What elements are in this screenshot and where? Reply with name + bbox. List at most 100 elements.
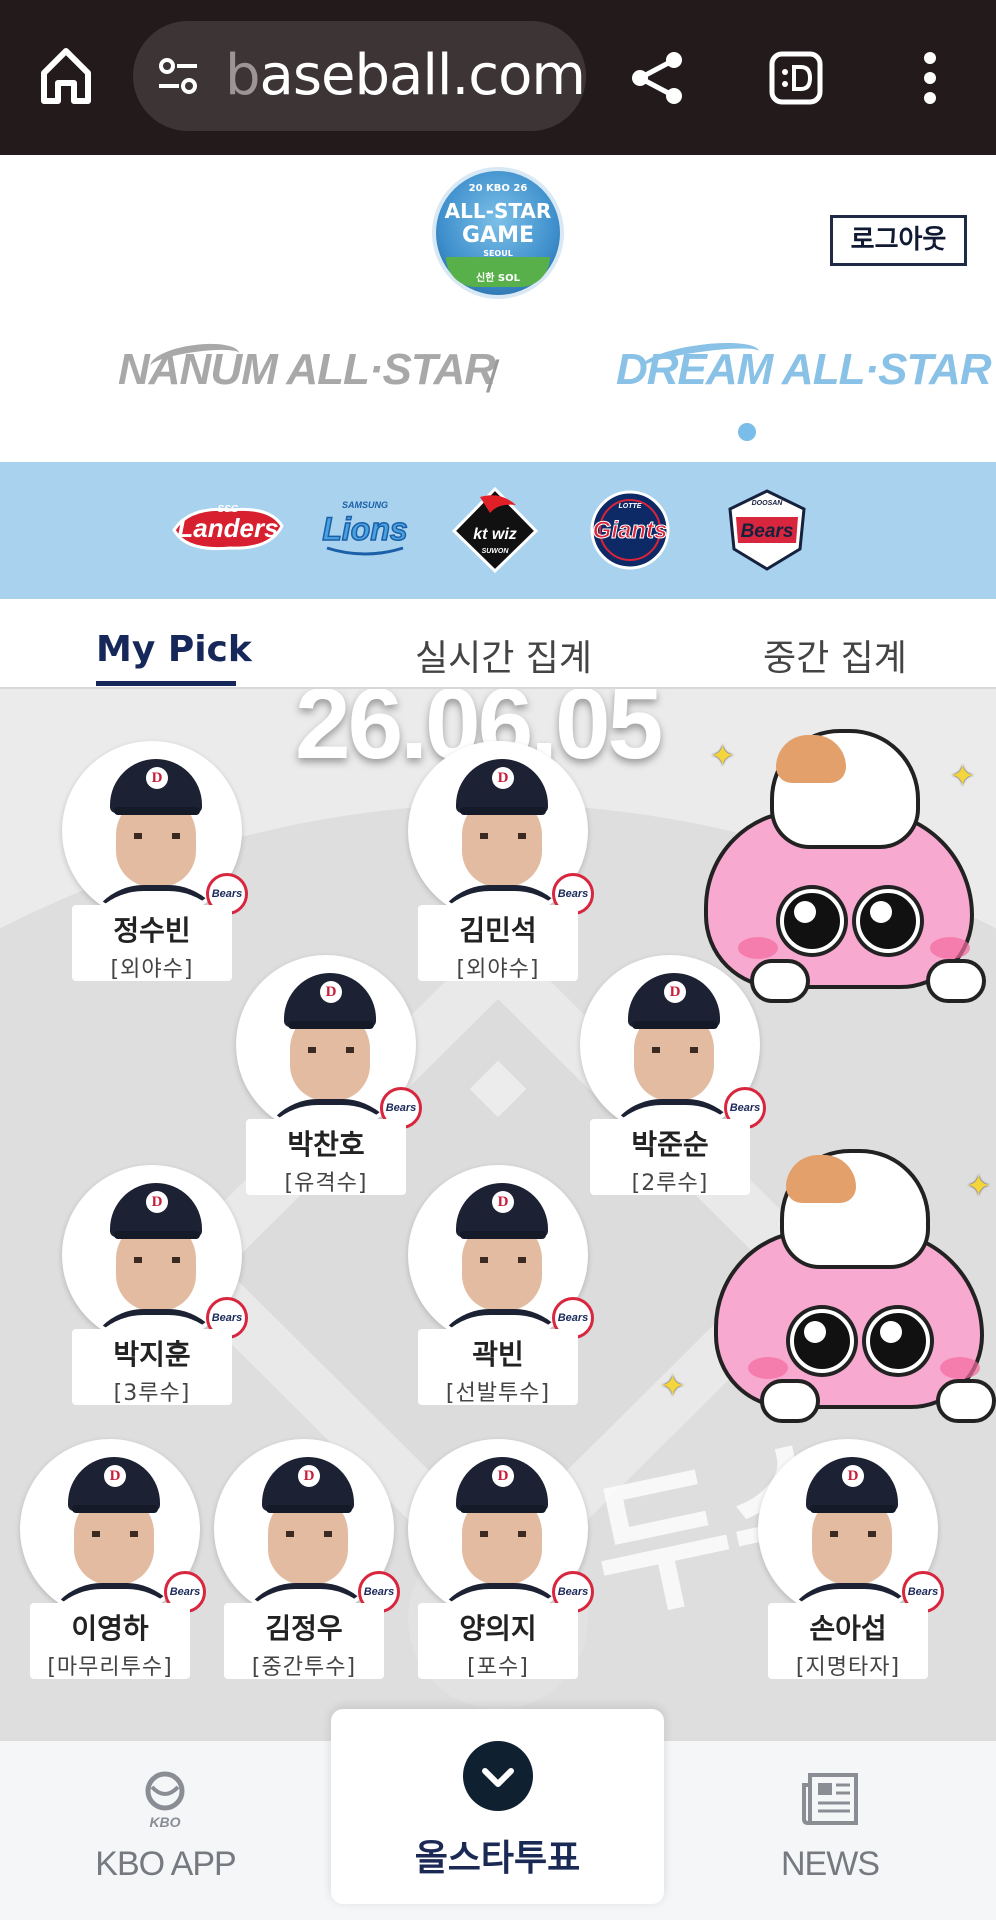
share-icon[interactable] xyxy=(630,50,686,106)
sparkle-icon: ✦ xyxy=(660,1369,686,1404)
player-card[interactable]: D Bears 곽빈 [선발투수] xyxy=(408,1165,594,1406)
player-label: 박찬호 [유격수] xyxy=(246,1119,406,1196)
dream-allstar-tab[interactable]: DREAM ALL·STAR xyxy=(616,345,992,395)
allstar-game-emblem: 20 KBO 26 ALL-STAR GAME SEOUL 신한 SOL xyxy=(432,167,564,299)
site-settings-icon[interactable] xyxy=(155,53,201,99)
mascot-blush-left xyxy=(748,1357,788,1379)
player-position: [2루수] xyxy=(631,1171,709,1196)
landers-logo-graphic: SSG Landers xyxy=(172,504,284,551)
player-card[interactable]: D Bears 박지훈 [3루수] xyxy=(62,1165,248,1406)
page-header: 20 KBO 26 ALL-STAR GAME SEOUL 신한 SOL 로그아… xyxy=(0,155,996,462)
tab-my-pick[interactable]: My Pick xyxy=(96,629,252,670)
player-position: [3루수] xyxy=(113,1381,191,1406)
doosan-text: DOOSAN xyxy=(752,500,784,507)
mascot-right-eye xyxy=(856,889,920,953)
player-name: 양의지 xyxy=(459,1612,537,1645)
player-card[interactable]: D Bears 손아섭 [지명타자] xyxy=(758,1439,944,1680)
cap-logo: D xyxy=(146,767,168,789)
player-card[interactable]: D Bears 정수빈 [외야수] xyxy=(62,741,248,982)
player-label: 김민석 [외야수] xyxy=(418,905,578,982)
lineup-field: 두슈 26.06.05 ✦ ✦ ✦ ✦ ✦ D Bears 정수빈 xyxy=(0,689,996,1739)
url-main-part: aseball.com xyxy=(259,43,586,108)
nav-news[interactable]: NEWS xyxy=(664,1741,996,1920)
lions-logo-graphic: SAMSUNG Lions xyxy=(322,500,408,556)
giants-logo-graphic: LOTTE Giants xyxy=(590,490,670,570)
mascot-paw-right xyxy=(936,1379,996,1423)
cap-logo: D xyxy=(104,1465,126,1487)
url-faded-part: b xyxy=(225,43,261,108)
player-label: 김정우 [중간투수] xyxy=(224,1603,384,1680)
player-card[interactable]: D Bears 박준순 [2루수] xyxy=(580,955,766,1196)
cap-logo: D xyxy=(492,1191,514,1213)
lions-wordmark: Lions xyxy=(322,511,407,547)
player-position: [외야수] xyxy=(110,957,194,982)
mascot-paw-right xyxy=(926,959,986,1003)
tab-realtime-count[interactable]: 실시간 집계 xyxy=(415,629,592,681)
ktwiz-wordmark: kt wiz xyxy=(473,526,517,543)
nav-kbo-app[interactable]: KBO KBO APP xyxy=(0,1741,331,1920)
player-label: 박준순 [2루수] xyxy=(590,1119,750,1196)
team-logo-bears[interactable]: DOOSAN Bears xyxy=(722,489,812,571)
sparkle-icon: ✦ xyxy=(950,759,976,794)
kbo-small-text: KBO xyxy=(149,1814,180,1830)
address-bar[interactable]: baseball.com xyxy=(133,21,586,131)
cap-logo: D xyxy=(146,1191,168,1213)
player-card[interactable]: D Bears 김민석 [외야수] xyxy=(408,741,594,982)
emblem-top-text: 20 KBO 26 xyxy=(468,183,528,194)
bears-wordmark: Bears xyxy=(741,521,794,542)
player-card[interactable]: D Bears 김정우 [중간투수] xyxy=(214,1439,400,1680)
sparkle-icon: ✦ xyxy=(710,739,736,774)
kbo-logo-icon: KBO xyxy=(145,1771,185,1830)
dream-selected-indicator xyxy=(738,423,756,441)
mascot-blush-right xyxy=(930,937,970,959)
player-position: [포수] xyxy=(467,1655,529,1680)
bottom-navigation: KBO KBO APP 올스타투표 NEWS xyxy=(0,1709,996,1920)
team-logo-ktwiz[interactable]: kt wiz SUWON xyxy=(450,487,540,573)
cap-logo: D xyxy=(842,1465,864,1487)
team-logo-giants[interactable]: LOTTE Giants xyxy=(580,490,680,570)
logout-button[interactable]: 로그아웃 xyxy=(830,215,967,266)
player-position: [선발투수] xyxy=(445,1381,551,1406)
active-tab-underline xyxy=(96,681,236,686)
nav-kbo-app-label: KBO APP xyxy=(95,1845,236,1883)
nav-allstar-vote[interactable]: 올스타투표 xyxy=(331,1709,664,1904)
url-text: baseball.com xyxy=(225,43,586,108)
emblem-sponsor: 신한 SOL xyxy=(476,273,520,284)
cap-logo: D xyxy=(492,1465,514,1487)
chevron-down-icon[interactable] xyxy=(463,1741,533,1811)
mascot-blush-right xyxy=(940,1357,980,1379)
home-icon[interactable] xyxy=(38,45,94,107)
player-label: 이영하 [마무리투수] xyxy=(30,1603,190,1680)
extension-icon[interactable] xyxy=(768,50,824,106)
mascot-left-eye xyxy=(780,889,844,953)
player-card[interactable]: D Bears 박찬호 [유격수] xyxy=(236,955,422,1196)
nanum-allstar-tab[interactable]: NANUM ALL·STAR xyxy=(118,345,496,395)
cap-logo: D xyxy=(664,981,686,1003)
more-options-icon[interactable] xyxy=(912,48,948,108)
player-name: 김민석 xyxy=(459,914,537,947)
browser-toolbar: baseball.com xyxy=(0,0,996,155)
player-label: 손아섭 [지명타자] xyxy=(768,1603,928,1680)
player-card[interactable]: D Bears 양의지 [포수] xyxy=(408,1439,594,1680)
cap-logo: D xyxy=(492,767,514,789)
team-logo-landers[interactable]: SSG Landers xyxy=(170,490,285,570)
player-position: [지명타자] xyxy=(795,1655,901,1680)
lotte-text: LOTTE xyxy=(619,503,642,510)
player-position: [외야수] xyxy=(456,957,540,982)
emblem-line1: ALL-STAR xyxy=(444,199,552,223)
player-name: 이영하 xyxy=(71,1612,149,1645)
player-position: [유격수] xyxy=(284,1171,368,1196)
team-logo-strip: SSG Landers SAMSUNG Lions kt wiz SUWON L… xyxy=(0,462,996,599)
team-logo-lions[interactable]: SAMSUNG Lions xyxy=(315,490,415,570)
giants-wordmark: Giants xyxy=(593,517,668,544)
suwon-text: SUWON xyxy=(482,548,510,555)
player-name: 곽빈 xyxy=(472,1338,524,1371)
player-label: 박지훈 [3루수] xyxy=(72,1329,232,1406)
samsung-text: SAMSUNG xyxy=(342,500,388,510)
player-name: 정수빈 xyxy=(113,914,191,947)
tab-interim-count[interactable]: 중간 집계 xyxy=(763,629,907,681)
player-card[interactable]: D Bears 이영하 [마무리투수] xyxy=(20,1439,206,1680)
cap-logo: D xyxy=(298,1465,320,1487)
vote-tabs: My Pick 실시간 집계 중간 집계 xyxy=(0,599,996,689)
player-label: 곽빈 [선발투수] xyxy=(418,1329,578,1406)
